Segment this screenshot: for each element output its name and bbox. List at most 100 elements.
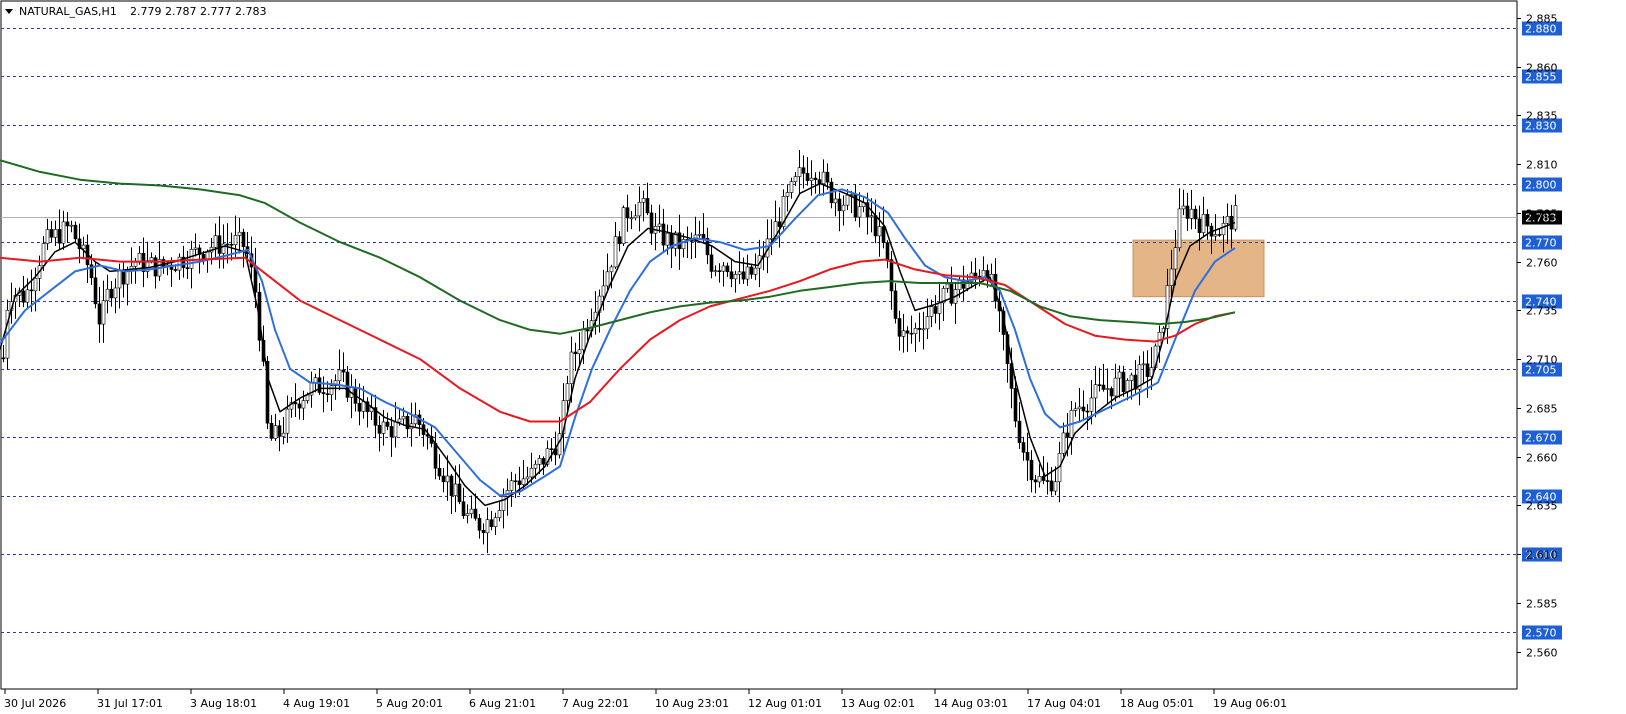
ohlc-values: 2.779 2.787 2.777 2.783	[130, 5, 266, 18]
candle-body	[469, 508, 474, 514]
candle-body	[753, 267, 758, 275]
candle-body	[385, 421, 390, 427]
candle-body	[21, 290, 26, 303]
candle-body	[149, 257, 154, 261]
y-tick-label: 2.585	[1526, 598, 1558, 611]
price-chart[interactable]: 2.8802.8552.8302.8002.7702.7402.7052.670…	[0, 0, 1626, 714]
candle-body	[925, 316, 930, 330]
y-tick-label: 2.835	[1526, 110, 1558, 123]
chart-background	[0, 0, 1626, 714]
candle-body	[121, 270, 126, 285]
candle-body	[877, 226, 882, 237]
candle-body	[501, 496, 506, 511]
candle-body	[1213, 234, 1218, 237]
candle-body	[845, 194, 850, 206]
candle-body	[1113, 377, 1118, 397]
candle-body	[329, 385, 334, 395]
candle-body	[217, 235, 222, 254]
candle-body	[105, 288, 110, 301]
candle-body	[717, 270, 722, 272]
x-tick-label: 13 Aug 02:01	[841, 697, 915, 710]
x-tick-label: 10 Aug 23:01	[655, 697, 729, 710]
candle-body	[117, 270, 122, 289]
candle-body	[185, 267, 190, 269]
level-label: 2.570	[1525, 627, 1557, 640]
candle-body	[637, 201, 642, 217]
candle-body	[1, 357, 6, 360]
candle-body	[977, 275, 982, 278]
candle-body	[317, 377, 322, 393]
chart-header[interactable]: NATURAL_GAS,H1 2.779 2.787 2.777 2.783	[5, 5, 266, 18]
candle-body	[885, 242, 890, 260]
candle-body	[869, 215, 874, 218]
candle-body	[481, 530, 486, 534]
x-tick-label: 30 Jul 2026	[4, 697, 66, 710]
candle-body	[649, 212, 654, 234]
candle-body	[725, 265, 730, 273]
candle-body	[565, 383, 570, 401]
candle-body	[277, 425, 282, 437]
candle-body	[1017, 420, 1022, 443]
candle-body	[1173, 247, 1178, 270]
candle-body	[381, 421, 386, 434]
candle-body	[93, 277, 98, 305]
y-tick-label: 2.560	[1526, 647, 1558, 660]
candle-body	[33, 277, 38, 292]
candle-body	[361, 401, 366, 412]
candle-body	[1217, 234, 1222, 236]
candle-body	[1085, 410, 1090, 413]
candle-body	[709, 254, 714, 272]
candle-body	[933, 306, 938, 314]
level-label: 2.800	[1525, 179, 1557, 192]
candle-body	[793, 176, 798, 182]
candle-body	[1097, 384, 1102, 386]
candle-body	[357, 403, 362, 412]
candle-body	[585, 329, 590, 332]
y-tick-label: 2.635	[1526, 500, 1558, 513]
candle-body	[477, 518, 482, 531]
candle-body	[101, 300, 106, 325]
candle-body	[605, 271, 610, 287]
candle-body	[133, 262, 138, 267]
candle-body	[701, 234, 706, 239]
candle-body	[113, 287, 118, 299]
candle-body	[49, 229, 54, 238]
y-tick-label: 2.685	[1526, 403, 1558, 416]
candle-body	[741, 271, 746, 280]
candle-body	[53, 229, 58, 238]
y-tick-label: 2.810	[1526, 159, 1558, 172]
candle-body	[1073, 408, 1078, 411]
candle-body	[745, 266, 750, 280]
candle-body	[769, 237, 774, 240]
candle-body	[777, 221, 782, 227]
candle-body	[957, 279, 962, 290]
candle-body	[453, 483, 458, 496]
y-tick-label: 2.610	[1526, 549, 1558, 562]
candle-body	[513, 480, 518, 483]
candle-body	[173, 269, 178, 271]
zone-rectangle[interactable]	[1132, 239, 1265, 298]
candle-body	[901, 330, 906, 337]
candle-body	[1197, 218, 1202, 233]
candle-body	[945, 283, 950, 289]
candle-body	[713, 270, 718, 272]
candle-body	[541, 458, 546, 465]
level-label: 2.770	[1525, 237, 1557, 250]
x-tick-label: 19 Aug 06:01	[1213, 697, 1287, 710]
candle-body	[733, 274, 738, 280]
candle-body	[1189, 208, 1194, 219]
candle-body	[1089, 397, 1094, 412]
candle-body	[805, 173, 810, 181]
candle-body	[29, 289, 34, 292]
candle-body	[73, 224, 78, 240]
candle-body	[1117, 371, 1122, 379]
candle-body	[405, 416, 410, 430]
candle-body	[1101, 384, 1106, 390]
candle-body	[457, 483, 462, 503]
candle-body	[661, 223, 666, 246]
candle-body	[497, 510, 502, 518]
candle-body	[629, 217, 634, 220]
candle-body	[1229, 216, 1234, 230]
x-tick-label: 6 Aug 21:01	[469, 697, 536, 710]
candle-body	[229, 244, 234, 246]
